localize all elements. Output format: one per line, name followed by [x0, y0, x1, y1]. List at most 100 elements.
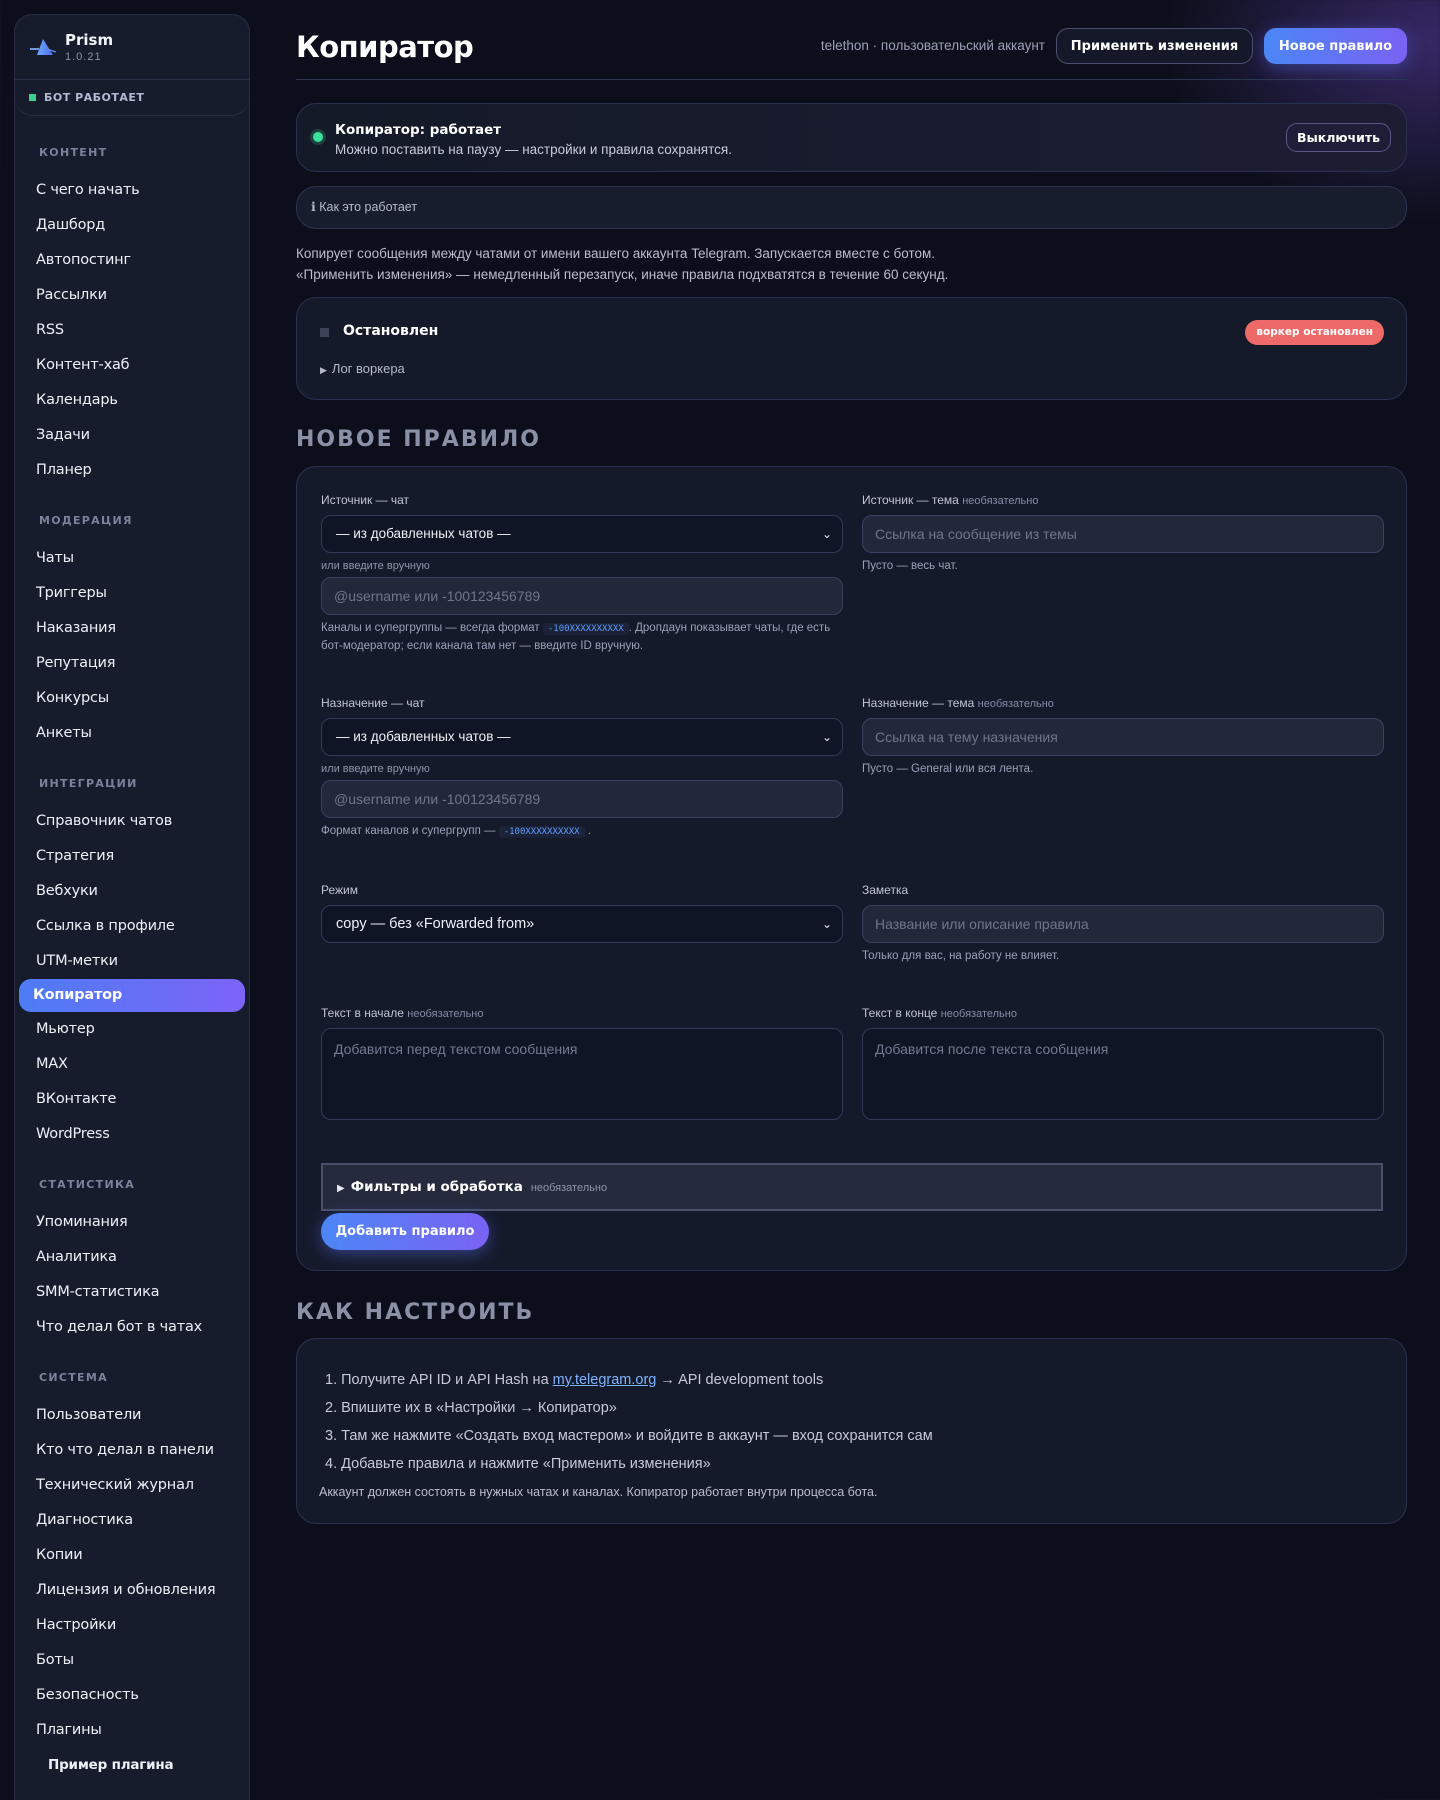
sidebar-item[interactable]: Безопасность: [15, 1678, 249, 1713]
sidebar-item[interactable]: Диагностика: [15, 1503, 249, 1538]
hint-text: бот-модератор; если канала там нет — вве…: [321, 640, 644, 652]
prism-logo-icon: [30, 39, 57, 55]
sidebar-item[interactable]: Анкеты: [15, 716, 249, 751]
sidebar-item[interactable]: Боты: [15, 1643, 249, 1678]
sidebar-item[interactable]: Календарь: [15, 383, 249, 418]
add-rule-button[interactable]: Добавить правило: [321, 1213, 489, 1250]
brand[interactable]: Prism 1.0.21: [15, 15, 249, 80]
source-chat-select[interactable]: — из добавленных чатов — ⌄: [321, 515, 843, 553]
triangle-right-icon: ▶: [337, 1183, 345, 1194]
filters-title: Фильтры и обработка: [350, 1179, 523, 1195]
sidebar-item[interactable]: Конкурсы: [15, 681, 249, 716]
sidebar-item[interactable]: Настройки: [15, 1608, 249, 1643]
apply-changes-button[interactable]: Применить изменения: [1056, 28, 1253, 64]
brand-version: 1.0.21: [65, 51, 102, 63]
worker-log-toggle[interactable]: ▶ Лог воркера: [320, 361, 405, 376]
note-hint: Только для вас, на работу не влияет.: [862, 950, 1060, 962]
code-sample: -100XXXXXXXXXX: [542, 623, 629, 635]
source-topic-input[interactable]: Ссылка на сообщение из темы: [862, 515, 1384, 553]
sidebar-item[interactable]: Лицензия и обновления: [15, 1573, 249, 1608]
nav-section-title: СТАТИСТИКА: [39, 1178, 136, 1191]
hint-text: .: [587, 825, 591, 837]
source-topic-hint: Пусто — весь чат.: [862, 560, 958, 572]
worker-log-label: Лог воркера: [331, 361, 405, 376]
chevron-down-icon: ⌄: [821, 730, 832, 744]
sidebar-item[interactable]: Справочник чатов: [15, 804, 249, 839]
new-rule-button[interactable]: Новое правило: [1264, 28, 1407, 64]
sidebar-item[interactable]: ВКонтакте: [15, 1082, 249, 1117]
page-header: Копиратор telethon · пользовательский ак…: [296, 0, 1407, 80]
nav-section-title: ИНТЕГРАЦИИ: [39, 777, 138, 790]
sidebar-item[interactable]: SMM-статистика: [15, 1275, 249, 1310]
source-topic-label-text: Источник — тема: [862, 493, 959, 507]
telegram-link[interactable]: my.telegram.org: [553, 1372, 657, 1388]
sidebar-item[interactable]: Технический журнал: [15, 1468, 249, 1503]
sidebar-item[interactable]: Рассылки: [15, 278, 249, 313]
sidebar-item[interactable]: Контент-хаб: [15, 348, 249, 383]
status-badge: воркер остановлен: [1245, 320, 1384, 345]
hint-text: Формат каналов и супергрупп —: [321, 825, 496, 837]
sidebar-item[interactable]: Мьютер: [15, 1012, 249, 1047]
chevron-down-icon: ⌄: [821, 917, 832, 931]
dest-chat-select[interactable]: — из добавленных чатов — ⌄: [321, 718, 843, 756]
sidebar-item[interactable]: Наказания: [15, 611, 249, 646]
hint-text: Каналы и супергруппы — всегда формат: [321, 622, 540, 634]
dest-chat-input[interactable]: @username или -100123456789: [321, 780, 843, 818]
list-item: 4. Добавьте правила и нажмите «Применить…: [325, 1456, 711, 1472]
sidebar-item[interactable]: Плагины: [15, 1713, 249, 1748]
sidebar-item[interactable]: Кто что делал в панели: [15, 1433, 249, 1468]
text-end-label: Текст в конце необязательно: [862, 1006, 1017, 1020]
mode-select[interactable]: copy — без «Forwarded from» ⌄: [321, 905, 843, 943]
dest-chat-hint: Формат каналов и супергрупп — -100XXXXXX…: [321, 823, 591, 841]
sidebar-item[interactable]: Стратегия: [15, 839, 249, 874]
sidebar-item[interactable]: С чего начать: [15, 173, 249, 208]
sidebar-item[interactable]: Вебхуки: [15, 874, 249, 909]
manual-label: или введите вручную: [321, 763, 430, 775]
page-title: Копиратор: [296, 30, 474, 64]
sidebar-item[interactable]: Что делал бот в чатах: [15, 1310, 249, 1345]
sidebar-item[interactable]: RSS: [15, 313, 249, 348]
sidebar-item[interactable]: Дашборд: [15, 208, 249, 243]
sidebar-item[interactable]: Копии: [15, 1538, 249, 1573]
sidebar-item[interactable]: UTM-метки: [15, 944, 249, 979]
dest-topic-input[interactable]: Ссылка на тему назначения: [862, 718, 1384, 756]
sidebar-item[interactable]: Автопостинг: [15, 243, 249, 278]
sidebar-item[interactable]: WordPress: [15, 1117, 249, 1152]
filters-toggle[interactable]: ▶ Фильтры и обработка необязательно: [321, 1163, 1383, 1211]
optional-tag: необязательно: [940, 1008, 1017, 1020]
text-start-textarea[interactable]: Добавится перед текстом сообщения: [321, 1028, 843, 1120]
sidebar-item[interactable]: MAX: [15, 1047, 249, 1082]
dest-topic-label-text: Назначение — тема: [862, 696, 975, 710]
sidebar-item[interactable]: Планер: [15, 453, 249, 488]
list-item: 3. Там же нажмите «Создать вход мастером…: [325, 1428, 933, 1444]
guide-heading: КАК НАСТРОИТЬ: [296, 1300, 535, 1325]
sidebar-item[interactable]: Упоминания: [15, 1205, 249, 1240]
sidebar-item[interactable]: Пользователи: [15, 1398, 249, 1433]
sidebar-item[interactable]: Аналитика: [15, 1240, 249, 1275]
text-end-textarea[interactable]: Добавится после текста сообщения: [862, 1028, 1384, 1120]
sidebar-item[interactable]: Копиратор: [19, 979, 245, 1012]
disable-button[interactable]: Выключить: [1286, 123, 1391, 152]
dest-topic-hint: Пусто — General или вся лента.: [862, 763, 1034, 775]
sidebar-item[interactable]: Чаты: [15, 541, 249, 576]
chevron-down-icon: ⌄: [821, 527, 832, 541]
new-rule-form: Источник — чат — из добавленных чатов — …: [296, 466, 1407, 1271]
nav-section-title: МОДЕРАЦИЯ: [39, 514, 133, 527]
guide-card: 1. Получите API ID и API Hash на my.tele…: [296, 1338, 1407, 1524]
step-text: → API development tools: [660, 1372, 824, 1388]
sidebar-subitem[interactable]: Пример плагина: [15, 1748, 249, 1783]
sidebar-nav: КОНТЕНТ С чего начать Дашборд Автопостинг Ра…: [15, 116, 249, 1783]
source-chat-input[interactable]: @username или -100123456789: [321, 577, 843, 615]
sidebar-item[interactable]: Репутация: [15, 646, 249, 681]
source-topic-label: Источник — тема необязательно: [862, 493, 1038, 507]
worker-title: Остановлен: [343, 323, 439, 339]
sidebar-item[interactable]: Триггеры: [15, 576, 249, 611]
how-it-works-toggle[interactable]: ℹ Как это работает: [296, 186, 1407, 229]
description-line: Копирует сообщения между чатами от имени…: [296, 246, 936, 261]
note-input[interactable]: Название или описание правила: [862, 905, 1384, 943]
status-dot-icon: [29, 94, 36, 101]
sidebar-item[interactable]: Ссылка в профиле: [15, 909, 249, 944]
dest-chat-label: Назначение — чат: [321, 696, 425, 710]
source-chat-select-value: — из добавленных чатов —: [336, 526, 511, 541]
sidebar-item[interactable]: Задачи: [15, 418, 249, 453]
